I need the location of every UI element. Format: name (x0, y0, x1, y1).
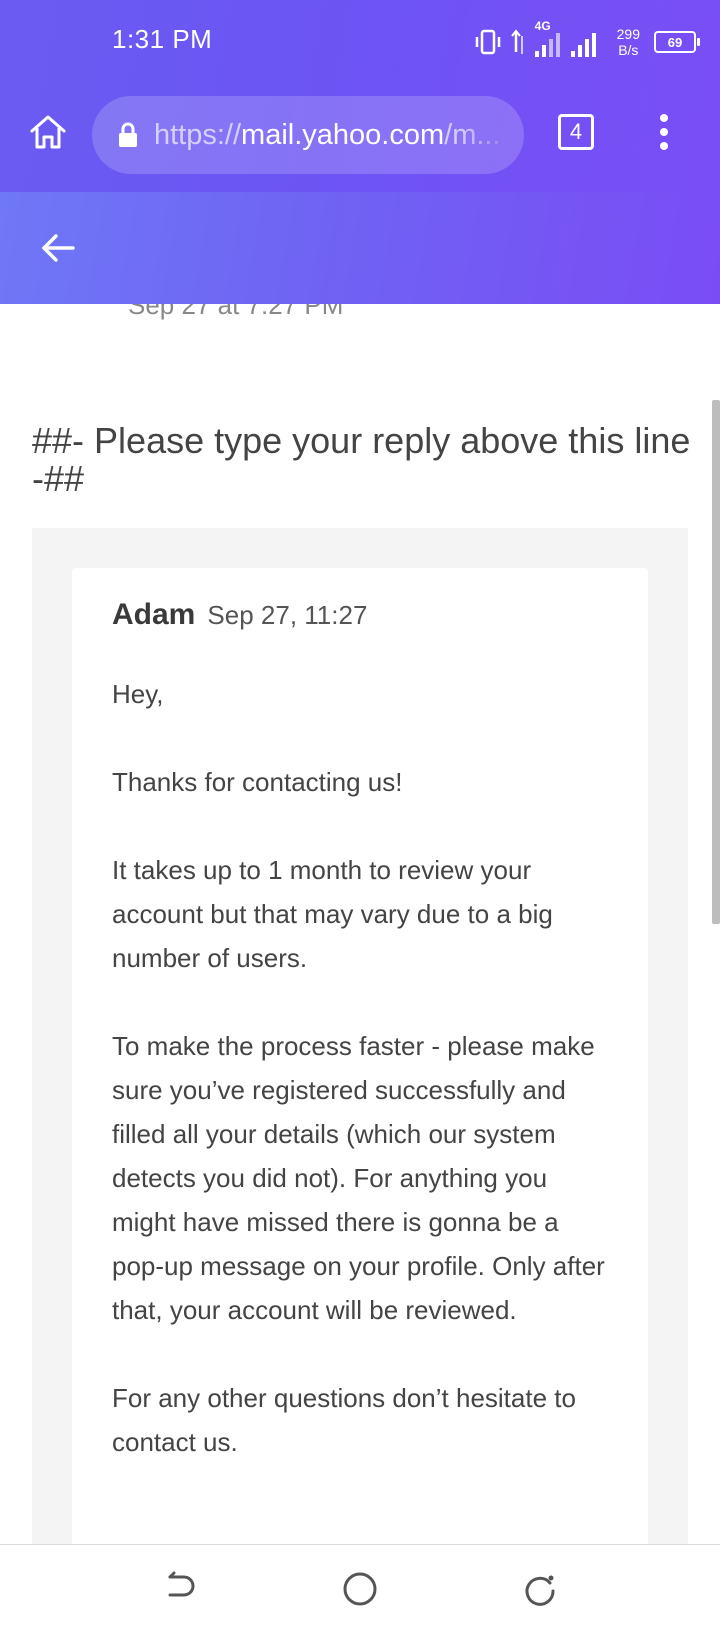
tab-count: 4 (569, 119, 583, 144)
nav-home-icon (343, 1572, 377, 1606)
nav-recents-button[interactable] (518, 1567, 562, 1611)
email-content: Sep 27 at 7:27 PM ##- Please type your r… (0, 304, 720, 1544)
reply-marker: ##- Please type your reply above this li… (32, 420, 691, 499)
mail-header (0, 192, 720, 304)
nav-home-button[interactable] (338, 1567, 382, 1611)
url-host: mail.yahoo.com (241, 118, 445, 151)
more-vert-icon[interactable] (648, 108, 680, 156)
data-speed-unit: B/s (618, 42, 639, 58)
screen: 1:31 PM 4G 299 B/s 69 https://mail.yahoo… (0, 0, 720, 1640)
status-time: 1:31 PM (112, 24, 213, 54)
top-bar-area: 1:31 PM 4G 299 B/s 69 https://mail.yahoo… (0, 0, 720, 192)
sent-timestamp: Sep 27, 11:27 (207, 600, 368, 630)
url-text[interactable]: https://mail.yahoo.com/m... (154, 119, 514, 152)
scrollbar[interactable] (712, 400, 720, 924)
message-paragraph: Thanks for contacting us! (112, 767, 403, 797)
lock-icon (119, 122, 137, 147)
back-button[interactable] (36, 226, 80, 270)
message-paragraph: Hey, (112, 679, 164, 709)
address-bar[interactable]: https://mail.yahoo.com/m... (92, 96, 524, 174)
nav-recents-icon (525, 1575, 555, 1606)
message-body: Hey, Thanks for contacting us! It takes … (112, 672, 612, 1508)
nav-back-button[interactable] (158, 1567, 202, 1611)
home-icon (30, 115, 66, 149)
battery-icon: 69 (654, 31, 700, 53)
status-bar: 1:31 PM 4G 299 B/s 69 (0, 0, 720, 84)
quoted-section: Adam Sep 27, 11:27 Hey, Thanks for conta… (32, 528, 688, 1544)
status-icons: 4G 299 B/s 69 (473, 19, 700, 62)
battery-level: 69 (667, 34, 683, 50)
message-paragraph: It takes up to 1 month to review your ac… (112, 855, 553, 973)
data-speed: 299 B/s (617, 26, 640, 58)
browser-toolbar: https://mail.yahoo.com/m... 4 (0, 92, 720, 182)
data-speed-value: 299 (616, 26, 640, 42)
quoted-message-card: Adam Sep 27, 11:27 Hey, Thanks for conta… (72, 568, 648, 1544)
message-paragraph: For any other questions don’t hesitate t… (112, 1383, 576, 1457)
sender-name: Adam (112, 598, 196, 631)
data-transfer-icon (510, 29, 523, 54)
home-button[interactable] (24, 108, 72, 156)
system-nav-bar (0, 1544, 720, 1640)
url-path: /m... (444, 118, 501, 151)
back-arrow-icon (42, 234, 75, 262)
email-date: Sep 27 at 7:27 PM (128, 304, 344, 320)
network-type-label: 4G (534, 19, 551, 33)
tabs-button[interactable]: 4 (558, 114, 594, 150)
message-header: Adam Sep 27, 11:27 (112, 598, 367, 632)
message-paragraph: To make the process faster - please make… (112, 1031, 605, 1325)
nav-back-icon (168, 1571, 195, 1597)
signal-strength: 4G (533, 19, 605, 59)
vibrate-icon (475, 29, 500, 55)
url-scheme: https:// (154, 118, 242, 151)
